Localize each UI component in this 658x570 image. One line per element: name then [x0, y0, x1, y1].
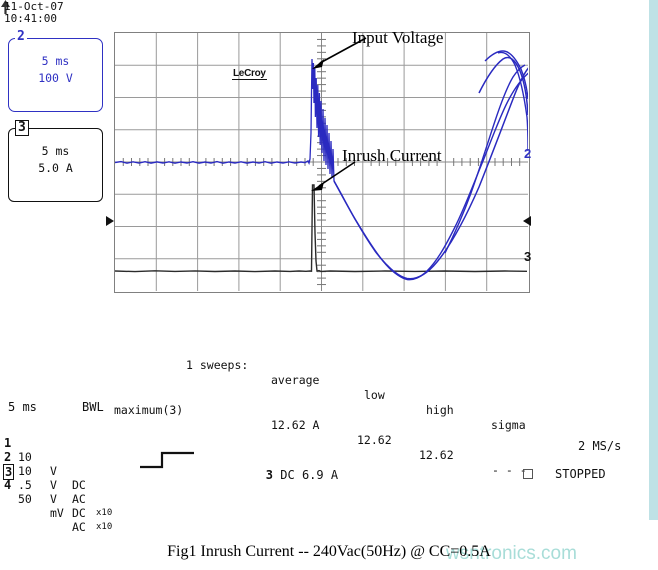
inrush-current-annotation: Inrush Current [342, 146, 442, 165]
channel-3-scale: 5.0 A [38, 161, 73, 175]
channel-3-timebase: 5 ms [41, 144, 70, 158]
channel-3-probe-attenuation: x10 [96, 522, 113, 532]
channel-4-scale: 50 [18, 492, 32, 506]
lecroy-logo: LeCroy [232, 68, 267, 80]
bandwidth-limit-header: BWL [82, 400, 104, 414]
channel-1-coupling: DC [72, 478, 86, 492]
trigger-source-channel: 3 [265, 468, 274, 482]
channel-2-coupling: AC [72, 492, 86, 506]
channel-2-probe-attenuation: x10 [96, 508, 113, 518]
datetime-readout: 11-Oct-07 10:41:00 [4, 1, 64, 24]
figure-caption: Fig1 Inrush Current -- 240Vac(50Hz) @ CC… [167, 543, 491, 560]
timebase-readout[interactable]: 5 ms [8, 400, 37, 414]
channel-2-trace-marker[interactable]: 2 [524, 147, 531, 160]
rising-edge-trigger-icon[interactable] [140, 450, 196, 470]
left-trigger-level-arrow-icon [106, 216, 114, 226]
channel-2-timebase: 5 ms [41, 54, 70, 68]
trigger-coupling: DC [280, 468, 295, 482]
channel-4-unit: mV [50, 506, 64, 520]
channel-2-descriptor-box[interactable]: 2 5 ms 100 V [8, 30, 103, 112]
trigger-level: 6.9 A [301, 468, 339, 482]
channel-3-coupling: DC [72, 506, 86, 520]
trigger-settings-readout[interactable]: 3 DC 6.9 A [208, 454, 338, 496]
measurement-sweeps-header: 1 sweeps: [186, 358, 249, 372]
channel-3-tag: 3 [15, 120, 29, 136]
channel-3-descriptor-box[interactable]: 3 5 ms 5.0 A [8, 120, 103, 202]
acquisition-indicator-checkbox[interactable] [523, 469, 533, 479]
right-trigger-level-arrow-icon [523, 216, 531, 226]
status-panel: 5 ms BWL 1 10 V DC 2 10 V AC x10 3 .5 V … [0, 398, 649, 534]
input-voltage-annotation: Input Voltage [352, 28, 444, 47]
date-text: 11-Oct-07 [4, 0, 64, 13]
measurement-header-row: 1 sweeps: average low high sigma [114, 343, 534, 432]
time-text: 10:41:00 [4, 11, 57, 25]
channel-2-scale: 100 V [38, 71, 73, 85]
sample-rate-readout: 2 MS/s [578, 439, 622, 453]
right-edge-strip [649, 0, 658, 520]
measurement-average-header: average [271, 373, 320, 387]
acquisition-state-text: STOPPED [555, 467, 606, 481]
channel-4-number: 4 [4, 478, 12, 492]
channel-3-trace-marker[interactable]: 3 [524, 250, 531, 263]
channel-2-tag: 2 [15, 29, 27, 44]
channel-4-coupling: AC [72, 520, 86, 534]
page-root: 11-Oct-07 10:41:00 2 5 ms 100 V 3 5 ms 5… [0, 0, 658, 570]
oscilloscope-screen: 11-Oct-07 10:41:00 2 5 ms 100 V 3 5 ms 5… [0, 0, 649, 534]
